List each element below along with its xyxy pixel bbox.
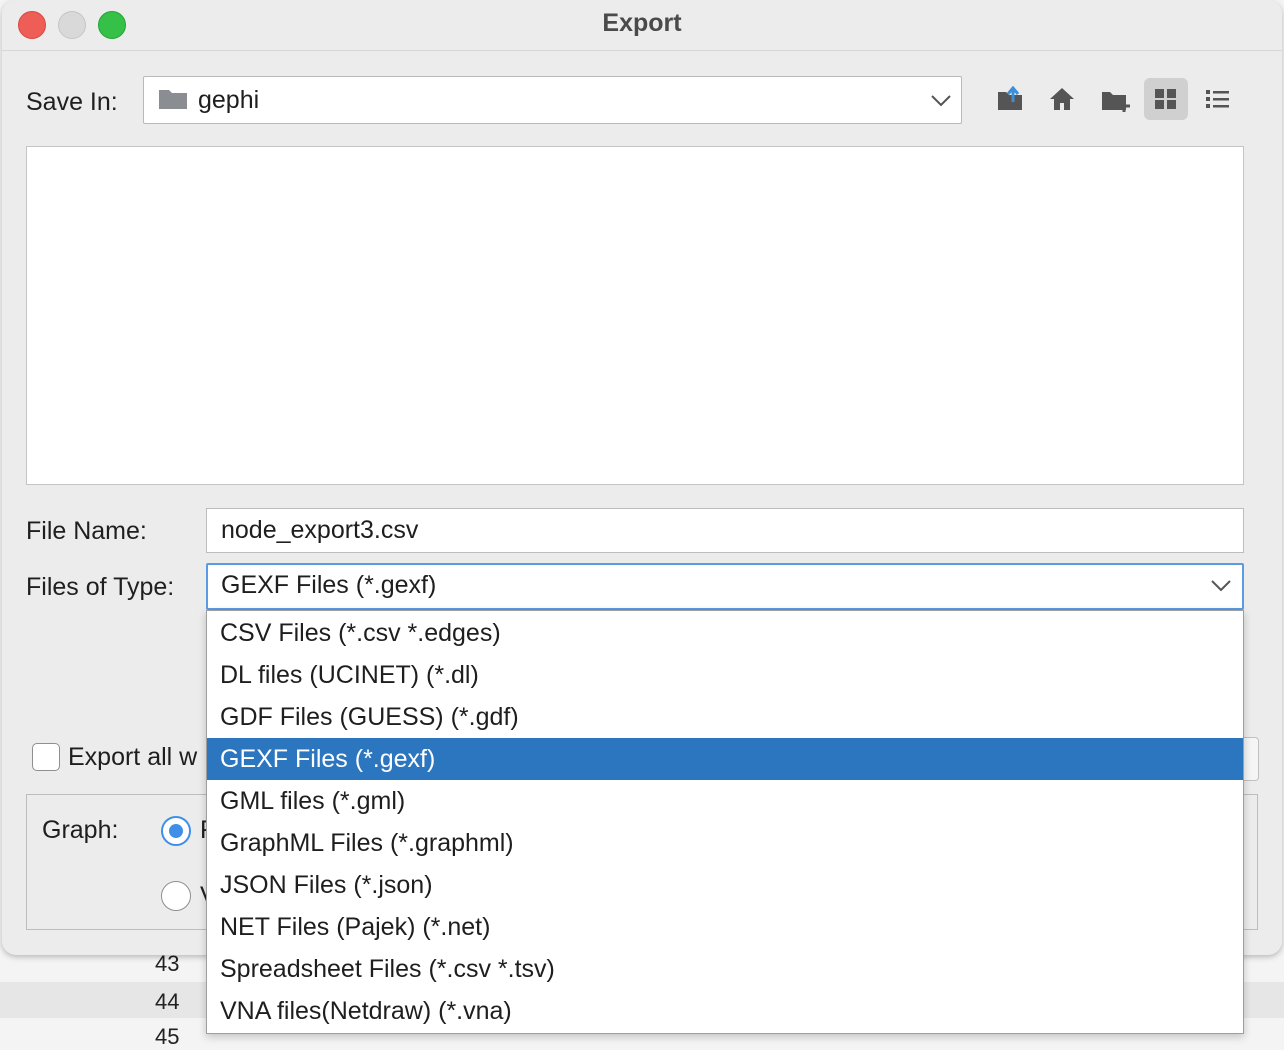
list-view-icon: [1206, 90, 1229, 108]
file-name-value: node_export3.csv: [221, 516, 419, 544]
grid-view-button[interactable]: [1144, 78, 1188, 120]
save-in-combo[interactable]: gephi: [143, 76, 962, 124]
graph-label: Graph:: [42, 816, 119, 844]
file-type-option-vna[interactable]: VNA files(Netdraw) (*.vna): [207, 990, 1243, 1032]
file-type-option-gdf[interactable]: GDF Files (GUESS) (*.gdf): [207, 696, 1243, 738]
up-folder-icon: [998, 86, 1022, 110]
up-folder-button[interactable]: [988, 78, 1032, 120]
files-of-type-label: Files of Type:: [26, 573, 175, 601]
files-of-type-combo[interactable]: GEXF Files (*.gexf): [206, 563, 1244, 610]
file-type-option-dl[interactable]: DL files (UCINET) (*.dl): [207, 654, 1243, 696]
export-all-checkbox[interactable]: [32, 743, 60, 771]
export-all-label: Export all w: [68, 743, 198, 771]
chevron-down-icon: [931, 95, 951, 107]
dialog-title: Export: [602, 9, 682, 37]
files-of-type-value: GEXF Files (*.gexf): [221, 571, 437, 599]
files-of-type-dropdown: CSV Files (*.csv *.edges) DL files (UCIN…: [206, 610, 1244, 1034]
row-number: 44: [155, 989, 180, 1014]
home-button[interactable]: [1040, 78, 1084, 120]
grid-view-icon: [1155, 89, 1176, 109]
file-type-option-json[interactable]: JSON Files (*.json): [207, 864, 1243, 906]
chevron-down-icon: [1211, 580, 1231, 592]
file-type-option-spreadsheet[interactable]: Spreadsheet Files (*.csv *.tsv): [207, 948, 1243, 990]
folder-icon: [159, 90, 187, 109]
new-folder-button[interactable]: [1092, 78, 1136, 120]
title-bar: Export: [2, 0, 1282, 51]
new-folder-icon: [1102, 92, 1130, 112]
home-icon: [1050, 88, 1074, 110]
file-list[interactable]: [26, 146, 1244, 485]
graph-visible-radio[interactable]: [161, 881, 191, 911]
file-type-option-gml[interactable]: GML files (*.gml): [207, 780, 1243, 822]
file-type-option-gexf[interactable]: GEXF Files (*.gexf): [207, 738, 1243, 780]
file-name-input[interactable]: node_export3.csv: [206, 508, 1244, 553]
save-in-value: gephi: [198, 86, 260, 114]
list-view-button[interactable]: [1196, 78, 1240, 120]
row-number: 45: [155, 1024, 180, 1049]
file-type-option-net[interactable]: NET Files (Pajek) (*.net): [207, 906, 1243, 948]
file-name-label: File Name:: [26, 517, 147, 545]
save-in-label: Save In:: [26, 88, 118, 116]
file-type-option-csv[interactable]: CSV Files (*.csv *.edges): [207, 612, 1243, 654]
file-type-option-graphml[interactable]: GraphML Files (*.graphml): [207, 822, 1243, 864]
graph-full-radio[interactable]: [161, 816, 191, 846]
